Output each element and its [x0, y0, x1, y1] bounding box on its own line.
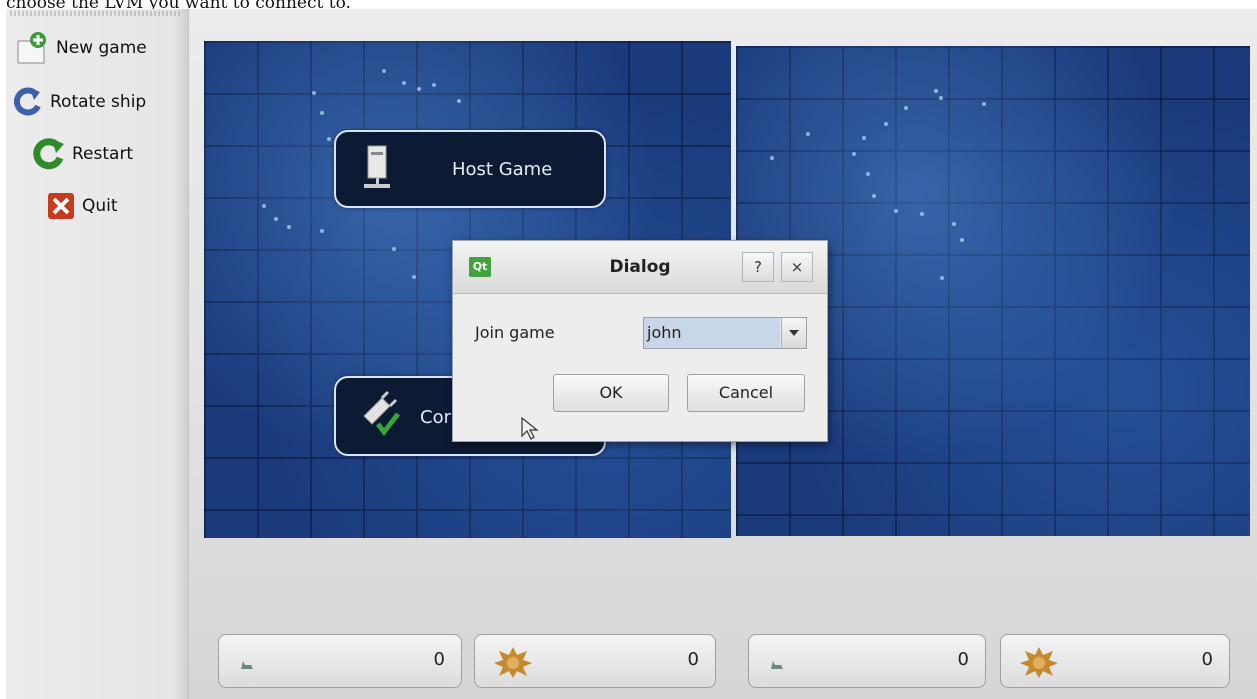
- help-button[interactable]: ?: [742, 252, 774, 282]
- new-game-label: New game: [56, 38, 147, 58]
- quit-icon: [48, 193, 74, 219]
- toolbar-grip[interactable]: [10, 11, 180, 16]
- counter-value: 0: [957, 649, 969, 670]
- restart-label: Restart: [72, 144, 134, 164]
- opponent-hits-counter: 0: [1000, 634, 1230, 688]
- chevron-down-icon: [789, 330, 799, 336]
- toolbar: New game Rotate ship Restart Quit: [6, 9, 189, 699]
- rotate-icon: [13, 87, 41, 116]
- quit-button[interactable]: Quit: [46, 189, 118, 223]
- ship-icon: [241, 661, 253, 669]
- restart-icon: [33, 138, 64, 170]
- new-game-button[interactable]: New game: [14, 31, 147, 65]
- player-ships-counter: 0: [218, 634, 462, 688]
- quit-label: Quit: [82, 196, 118, 216]
- rotate-ship-button[interactable]: Rotate ship: [12, 85, 146, 119]
- counter-value: 0: [433, 649, 445, 670]
- dropdown-button[interactable]: [781, 318, 806, 348]
- join-game-value[interactable]: john: [644, 318, 780, 348]
- mouse-cursor-icon: [521, 416, 539, 440]
- new-game-icon: [17, 32, 46, 64]
- counter-value: 0: [1201, 649, 1213, 670]
- dialog-titlebar[interactable]: Qt Dialog ? ×: [453, 241, 827, 294]
- close-button[interactable]: ×: [781, 252, 813, 282]
- ship-icon: [771, 661, 783, 669]
- explosion-icon: [1020, 647, 1058, 678]
- caption-text: choose the LVM you want to connect to.: [6, 0, 606, 9]
- explosion-icon: [494, 647, 532, 678]
- server-icon: [364, 145, 390, 188]
- host-game-button[interactable]: Host Game: [334, 130, 606, 208]
- counter-value: 0: [687, 649, 699, 670]
- connect-icon: [363, 390, 400, 437]
- ok-button[interactable]: OK: [553, 374, 669, 412]
- cancel-button[interactable]: Cancel: [687, 374, 805, 412]
- join-game-dialog: Qt Dialog ? × Join game john OK Cancel: [452, 240, 828, 442]
- join-game-label: Join game: [475, 323, 555, 342]
- connect-game-label: Cor: [420, 407, 451, 428]
- rotate-ship-label: Rotate ship: [50, 92, 147, 112]
- restart-button[interactable]: Restart: [32, 137, 133, 171]
- host-game-label: Host Game: [452, 159, 553, 180]
- join-game-combobox[interactable]: john: [643, 317, 807, 349]
- opponent-ships-counter: 0: [748, 634, 986, 688]
- player-hits-counter: 0: [474, 634, 716, 688]
